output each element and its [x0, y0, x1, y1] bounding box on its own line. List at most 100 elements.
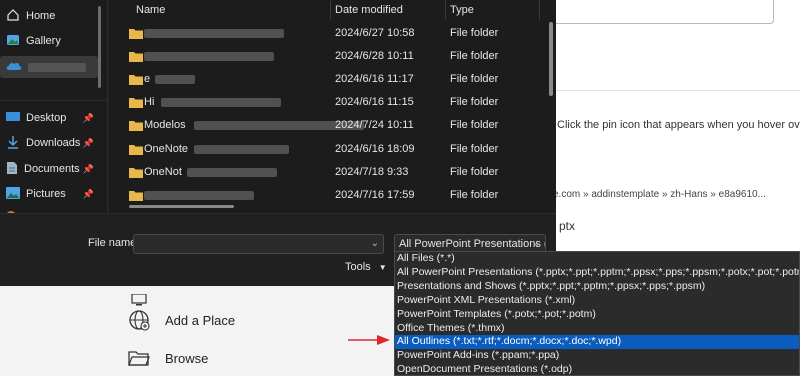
folder-open-icon	[125, 346, 153, 370]
file-type: File folder	[450, 27, 499, 39]
folder-icon	[129, 121, 143, 132]
pin-icon[interactable]: 📌	[83, 164, 94, 175]
file-date-modified: 2024/7/18 9:33	[335, 165, 409, 178]
location-item-browse[interactable]: Browse	[125, 346, 208, 370]
onedrive-icon	[6, 61, 22, 74]
nav-item-label: Documents	[24, 163, 80, 175]
file-extension-text: ptx	[559, 219, 576, 233]
folder-icon	[129, 190, 143, 201]
file-type: File folder	[450, 96, 499, 109]
home-icon	[6, 8, 20, 25]
file-name-input[interactable]: ⌄	[133, 234, 384, 254]
chevron-down-icon[interactable]: ⌄	[371, 238, 379, 249]
pictures-icon	[6, 186, 20, 202]
dropdown-option-selected[interactable]: All Outlines (*.txt;*.rtf;*.docm;*.docx;…	[395, 335, 799, 350]
dropdown-option[interactable]: PowerPoint Add-ins (*.ppam;*.ppa)	[395, 349, 799, 363]
dropdown-option[interactable]: All Files (*.*)	[395, 252, 799, 266]
location-label: Browse	[165, 350, 209, 366]
desktop-icon	[6, 111, 20, 126]
nav-item-partial[interactable]	[6, 206, 102, 213]
vertical-scrollbar[interactable]	[549, 22, 553, 96]
dropdown-option[interactable]: PowerPoint XML Presentations (*.xml)	[395, 294, 799, 308]
file-type: File folder	[450, 188, 499, 201]
file-type: File folder	[450, 50, 499, 63]
redacted-file-name	[154, 75, 195, 85]
file-name: OneNote	[144, 142, 189, 155]
chevron-down-icon: ⌄	[532, 238, 541, 249]
column-header-date[interactable]: Date modified	[335, 0, 403, 20]
file-row[interactable]: OneNote 2024/6/16 18:09 File folder	[109, 140, 539, 160]
open-locations-list: Add a Place Browse	[0, 286, 400, 376]
file-row[interactable]: 2024/7/16 17:59 File folder	[109, 186, 539, 206]
tools-button[interactable]: Tools ▼	[345, 261, 387, 273]
redacted-account-name	[28, 62, 86, 72]
dropdown-option[interactable]: OpenDocument Presentations (*.odp)	[395, 363, 799, 375]
file-row[interactable]: 2024/6/28 10:11 File folder	[109, 47, 539, 67]
horizontal-scrollbar[interactable]	[129, 205, 234, 208]
file-type-dropdown-list: All Files (*.*) All PowerPoint Presentati…	[394, 251, 800, 376]
nav-item-label: Desktop	[26, 112, 67, 124]
file-type-selected-value: All PowerPoint Presentations (*.	[399, 238, 546, 250]
file-name: e	[144, 73, 151, 86]
folder-icon	[129, 144, 143, 155]
dropdown-option[interactable]: Office Themes (*.thmx)	[395, 322, 799, 336]
download-icon	[6, 135, 20, 152]
globe-icon	[125, 308, 153, 332]
nav-item-label: Pictures	[26, 188, 66, 200]
nav-item-downloads[interactable]: Downloads 📌	[6, 132, 102, 154]
file-type: File folder	[450, 73, 499, 86]
file-row[interactable]: Hi 2024/6/16 11:15 File folder	[109, 93, 539, 113]
tools-label: Tools	[345, 261, 371, 273]
divider	[548, 90, 800, 91]
nav-item-documents[interactable]: Documents 📌	[6, 158, 102, 180]
file-name: Modelos	[144, 119, 186, 132]
redacted-file-name	[161, 98, 281, 108]
red-arrow-annotation	[348, 335, 390, 345]
file-list: Name Date modified Type 2024/6/27 10:58 F…	[109, 0, 556, 213]
file-row[interactable]: Modelos 2024/7/24 10:11 File folder	[109, 116, 539, 136]
nav-item-label: Gallery	[26, 35, 61, 47]
file-type: File folder	[450, 142, 499, 155]
nav-item-onedrive[interactable]	[0, 56, 98, 78]
folder-icon	[129, 167, 143, 178]
nav-scrollbar[interactable]	[98, 6, 101, 88]
file-row[interactable]: 2024/6/27 10:58 File folder	[109, 24, 539, 44]
pin-icon[interactable]: 📌	[83, 113, 94, 124]
nav-divider	[0, 100, 107, 101]
search-box[interactable]	[548, 0, 774, 24]
file-name: OneNot	[144, 165, 182, 178]
column-header-name[interactable]: Name	[136, 0, 165, 20]
file-date-modified: 2024/7/24 10:11	[335, 119, 414, 132]
redacted-file-name	[187, 167, 277, 177]
nav-item-pictures[interactable]: Pictures 📌	[6, 183, 102, 205]
file-date-modified: 2024/6/28 10:11	[335, 50, 414, 63]
nav-item-home[interactable]: Home	[6, 5, 102, 27]
column-separator[interactable]	[539, 0, 540, 20]
documents-icon	[6, 161, 18, 178]
file-row[interactable]: OneNot 2024/7/18 9:33 File folder	[109, 163, 539, 183]
redacted-file-name	[144, 190, 254, 200]
file-date-modified: 2024/6/16 18:09	[335, 142, 415, 155]
location-item-add-a-place[interactable]: Add a Place	[125, 308, 235, 332]
gallery-icon	[6, 33, 20, 50]
file-date-modified: 2024/6/27 10:58	[335, 27, 415, 39]
pin-icon[interactable]: 📌	[83, 189, 94, 200]
pin-tip-text: Click the pin icon that appears when you…	[557, 119, 800, 131]
folder-icon	[129, 52, 143, 63]
pin-icon[interactable]: 📌	[83, 138, 94, 149]
dropdown-option[interactable]: All PowerPoint Presentations (*.pptx;*.p…	[395, 266, 799, 280]
column-separator[interactable]	[330, 0, 331, 20]
file-name-label: File name:	[88, 237, 140, 249]
file-row[interactable]: e 2024/6/16 11:17 File folder	[109, 70, 539, 90]
nav-item-gallery[interactable]: Gallery	[6, 30, 102, 52]
redacted-file-name	[144, 29, 284, 38]
column-separator[interactable]	[445, 0, 446, 20]
column-header-type[interactable]: Type	[450, 0, 474, 20]
dropdown-option[interactable]: PowerPoint Templates (*.potx;*.pot;*.pot…	[395, 308, 799, 322]
folder-icon	[129, 98, 143, 109]
file-date-modified: 2024/6/16 11:17	[335, 73, 414, 86]
dropdown-option[interactable]: Presentations and Shows (*.pptx;*.ppt;*.…	[395, 280, 799, 294]
open-file-dialog: Home Gallery Desktop 📌 Downloads 📌 Docum…	[0, 0, 556, 286]
nav-item-desktop[interactable]: Desktop 📌	[6, 107, 102, 129]
file-type: File folder	[450, 119, 499, 132]
